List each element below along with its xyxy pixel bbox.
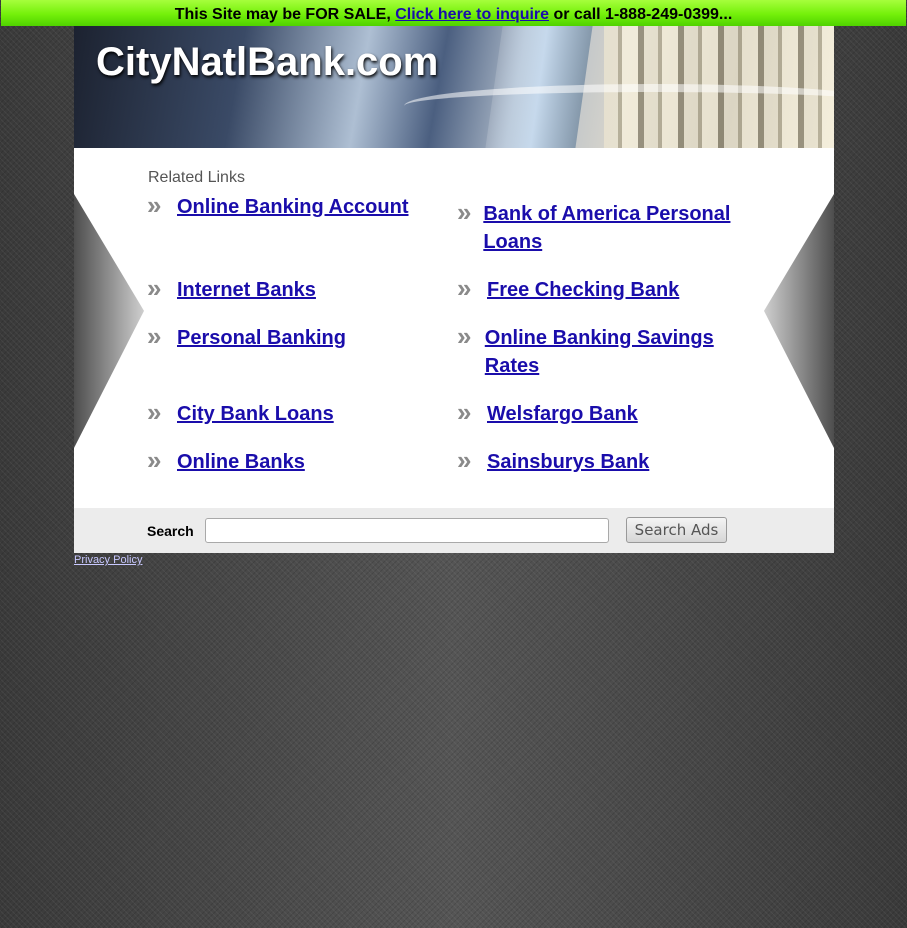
sale-banner-prefix: This Site may be FOR SALE, — [174, 6, 396, 23]
list-item: » Online Banking Savings Rates — [457, 321, 747, 380]
right-chevron-decoration — [764, 194, 834, 448]
related-link[interactable]: Online Banking Savings Rates — [485, 324, 747, 380]
related-link[interactable]: City Bank Loans — [177, 400, 334, 428]
sale-banner: This Site may be FOR SALE, Click here to… — [1, 0, 906, 26]
double-chevron-icon: » — [147, 397, 162, 427]
list-item: » Online Banks — [147, 445, 417, 476]
related-link[interactable]: Free Checking Bank — [487, 276, 679, 304]
search-label: Search — [147, 523, 194, 539]
double-chevron-icon: » — [457, 445, 472, 475]
search-input[interactable] — [205, 518, 609, 543]
list-item: » Free Checking Bank — [457, 273, 747, 304]
related-link[interactable]: Sainsburys Bank — [487, 448, 649, 476]
left-chevron-decoration — [74, 194, 144, 448]
inquire-link[interactable]: Click here to inquire — [395, 6, 549, 23]
list-item: » City Bank Loans — [147, 397, 417, 428]
list-item: » Sainsburys Bank — [457, 445, 747, 476]
related-links-panel: Related Links » Online Banking Account »… — [74, 148, 834, 508]
double-chevron-icon: » — [147, 321, 162, 351]
search-ads-button[interactable]: Search Ads — [626, 517, 727, 543]
related-link[interactable]: Welsfargo Bank — [487, 400, 638, 428]
double-chevron-icon: » — [457, 197, 472, 227]
list-item: » Bank of America Personal Loans — [457, 197, 747, 256]
double-chevron-icon: » — [147, 445, 162, 475]
double-chevron-icon: » — [147, 273, 162, 303]
site-title: CityNatlBank.com — [96, 40, 439, 84]
list-item: » Internet Banks — [147, 273, 417, 304]
double-chevron-icon: » — [457, 397, 472, 427]
related-link[interactable]: Online Banks — [177, 448, 305, 476]
related-link[interactable]: Internet Banks — [177, 276, 316, 304]
privacy-policy-link[interactable]: Privacy Policy — [74, 554, 142, 566]
related-link[interactable]: Bank of America Personal Loans — [483, 200, 747, 256]
list-item: » Online Banking Account — [147, 190, 417, 221]
sale-banner-suffix: or call 1-888-249-0399... — [549, 6, 733, 23]
list-item: » Welsfargo Bank — [457, 397, 747, 428]
related-links-heading: Related Links — [148, 169, 245, 186]
double-chevron-icon: » — [147, 190, 162, 220]
related-link[interactable]: Online Banking Account — [177, 193, 409, 221]
site-header: CityNatlBank.com — [74, 26, 834, 148]
double-chevron-icon: » — [457, 273, 472, 303]
search-bar: Search Search Ads — [74, 508, 834, 553]
list-item: » Personal Banking — [147, 321, 417, 352]
double-chevron-icon: » — [457, 321, 472, 351]
related-link[interactable]: Personal Banking — [177, 324, 346, 352]
